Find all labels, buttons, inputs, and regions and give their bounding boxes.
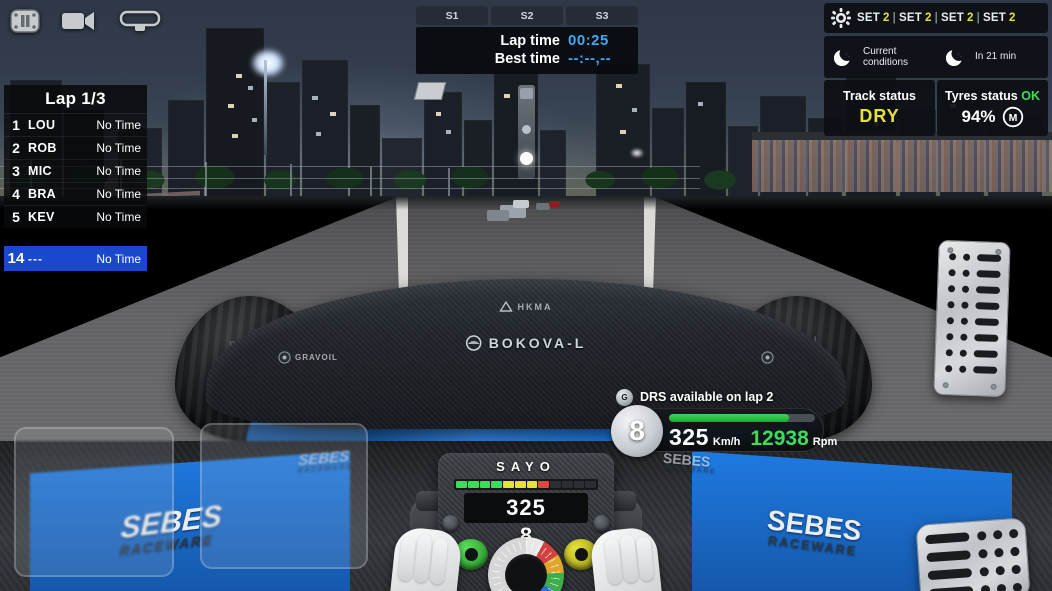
sector-bar: S1 S2 S3: [416, 6, 638, 25]
set-value: 2: [924, 12, 932, 24]
player-name: ---: [28, 251, 43, 266]
set-value: 2: [1008, 12, 1016, 24]
tyres-status-box: Tyres status OK 94% M: [937, 80, 1048, 136]
sector-3: S3: [566, 6, 638, 25]
tyres-state: OK: [1021, 88, 1040, 103]
mirror-icon[interactable]: [116, 6, 164, 41]
driver-name: MIC: [28, 164, 52, 178]
hud-overlay: Lap 1/3 1 LOU No Time 2 ROB No Time 3 MI…: [0, 0, 1052, 591]
timing-panel: S1 S2 S3 Lap time 00:25 Best time --:--,…: [416, 6, 638, 74]
speed-values: 325 Km/h 12938 Rpm: [669, 424, 837, 452]
standings-row: 3 MIC No Time: [4, 159, 147, 182]
set-separator: |: [934, 12, 938, 24]
standings-row: 5 KEV No Time: [4, 205, 147, 228]
rpm-bar-fill: [669, 414, 789, 422]
forecast-line-1: In 21 min: [975, 51, 1017, 63]
camera-icon[interactable]: [60, 7, 98, 40]
player-lap-time: No Time: [96, 251, 141, 266]
lap-time: No Time: [96, 141, 141, 155]
current-conditions-text: Current conditions: [863, 46, 908, 69]
position: 3: [12, 163, 20, 179]
player-standings-row: 14 --- No Time: [4, 246, 147, 271]
standings-row: 1 LOU No Time: [4, 113, 147, 136]
moon-icon: [834, 50, 850, 66]
best-time-line: Best time --:--,--: [424, 50, 630, 67]
tyres-status-label: Tyres status OK: [945, 89, 1040, 103]
set-value: 2: [966, 12, 974, 24]
top-right-hud: SET 2 | SET 2 | SET 2 | SET 2 Current co…: [824, 3, 1048, 136]
driver-name: BRA: [28, 187, 56, 201]
track-status-box: Track status DRY: [824, 80, 935, 136]
set-separator: |: [892, 12, 896, 24]
gear-indicator: 8: [611, 405, 663, 457]
set-label: SET: [941, 12, 964, 24]
position: 5: [12, 209, 20, 225]
gear-icon: [831, 8, 851, 28]
driver-name: ROB: [28, 141, 57, 155]
tyre-set-list: SET 2 | SET 2 | SET 2 | SET 2: [857, 12, 1016, 24]
set-separator: |: [976, 12, 980, 24]
gear-value: 8: [629, 415, 645, 446]
cond-line-1: Current: [863, 45, 897, 57]
lap-time: No Time: [96, 118, 141, 132]
lap-time-value: 00:25: [568, 32, 609, 49]
best-time-label: Best time: [494, 51, 560, 67]
svg-text:M: M: [1008, 112, 1017, 124]
set-label: SET: [983, 12, 1006, 24]
set-label: SET: [857, 12, 880, 24]
driver-name: LOU: [28, 118, 56, 132]
rpm-value: 12938: [750, 427, 809, 450]
lap-time-label: Lap time: [500, 33, 560, 49]
sector-1: S1: [416, 6, 488, 25]
drs-message: DRS available on lap 2: [640, 390, 774, 404]
weather-conditions-row: Current conditions In 21 min: [824, 36, 1048, 78]
position: 4: [12, 186, 20, 202]
track-status-label: Track status: [843, 89, 916, 103]
set-value: 2: [882, 12, 890, 24]
medium-tyre-icon: M: [1002, 106, 1023, 127]
drs-row: G DRS available on lap 2: [612, 386, 824, 408]
best-time-value: --:--,--: [568, 50, 612, 67]
standings-panel: Lap 1/3 1 LOU No Time 2 ROB No Time 3 MI…: [4, 85, 147, 228]
speed-readout: 8 325 Km/h 12938 Rpm: [611, 405, 837, 457]
rpm-unit: Rpm: [812, 436, 838, 448]
tyres-percent: 94%: [961, 106, 996, 126]
sector-2: S2: [491, 6, 563, 25]
forecast-conditions: In 21 min: [936, 46, 1048, 68]
current-conditions: Current conditions: [824, 46, 936, 69]
sponsor-logo-icon: G: [616, 388, 633, 406]
speed-hud: G DRS available on lap 2 8 325 Km/h 1293…: [611, 386, 837, 457]
position: 1: [12, 117, 20, 133]
top-icon-bar: [8, 6, 164, 41]
tyres-value: 94% M: [961, 106, 1023, 128]
position: 2: [12, 140, 20, 156]
speed-unit: Km/h: [712, 436, 741, 448]
player-position: 14: [7, 250, 25, 267]
lap-time-line: Lap time 00:25: [424, 32, 630, 49]
lap-counter: Lap 1/3: [4, 85, 147, 113]
status-row: Track status DRY Tyres status OK 94% M: [824, 80, 1048, 136]
lap-time: No Time: [96, 210, 141, 224]
cond-line-2: conditions: [863, 57, 909, 68]
hud-toggle-icon[interactable]: [8, 6, 42, 41]
time-readout: Lap time 00:25 Best time --:--,--: [416, 27, 638, 74]
moon-icon: [946, 50, 962, 66]
standings-row: 4 BRA No Time: [4, 182, 147, 205]
driver-name: KEV: [28, 210, 55, 224]
standings-row: 2 ROB No Time: [4, 136, 147, 159]
track-status-value: DRY: [859, 106, 900, 126]
game-viewport: ROAD ROAD ROAD ROAD ROAD AIRTEC AIRTEC: [0, 0, 1052, 591]
rpm-bar: [669, 414, 815, 422]
lap-time: No Time: [96, 187, 141, 201]
speed-value: 325: [669, 424, 709, 450]
set-label: SET: [899, 12, 922, 24]
lap-time: No Time: [96, 164, 141, 178]
setup-bar[interactable]: SET 2 | SET 2 | SET 2 | SET 2: [824, 3, 1048, 33]
forecast-text: In 21 min: [975, 51, 1016, 63]
tyres-label-text: Tyres status: [945, 88, 1018, 103]
